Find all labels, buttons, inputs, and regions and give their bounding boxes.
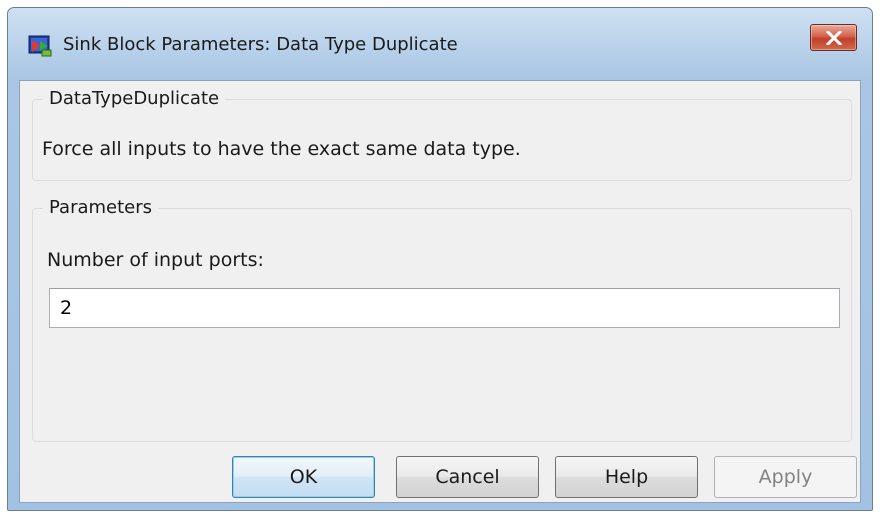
simulink-block-icon (28, 33, 52, 57)
input-ports-field[interactable] (49, 288, 840, 328)
input-ports-label: Number of input ports: (47, 249, 264, 271)
dialog-content: DataTypeDuplicate Force all inputs to ha… (19, 80, 861, 503)
block-description: Force all inputs to have the exact same … (42, 138, 521, 160)
close-button[interactable] (810, 24, 857, 51)
title-bar[interactable]: Sink Block Parameters: Data Type Duplica… (8, 8, 872, 80)
parameters-group-legend: Parameters (43, 196, 159, 220)
cancel-button[interactable]: Cancel (396, 456, 539, 498)
close-icon (826, 31, 842, 45)
help-button[interactable]: Help (555, 456, 698, 498)
ok-button[interactable]: OK (232, 456, 375, 498)
dialog-window: Sink Block Parameters: Data Type Duplica… (7, 7, 873, 511)
window-title: Sink Block Parameters: Data Type Duplica… (63, 34, 458, 55)
description-group-legend: DataTypeDuplicate (43, 87, 226, 111)
apply-button[interactable]: Apply (714, 456, 857, 498)
